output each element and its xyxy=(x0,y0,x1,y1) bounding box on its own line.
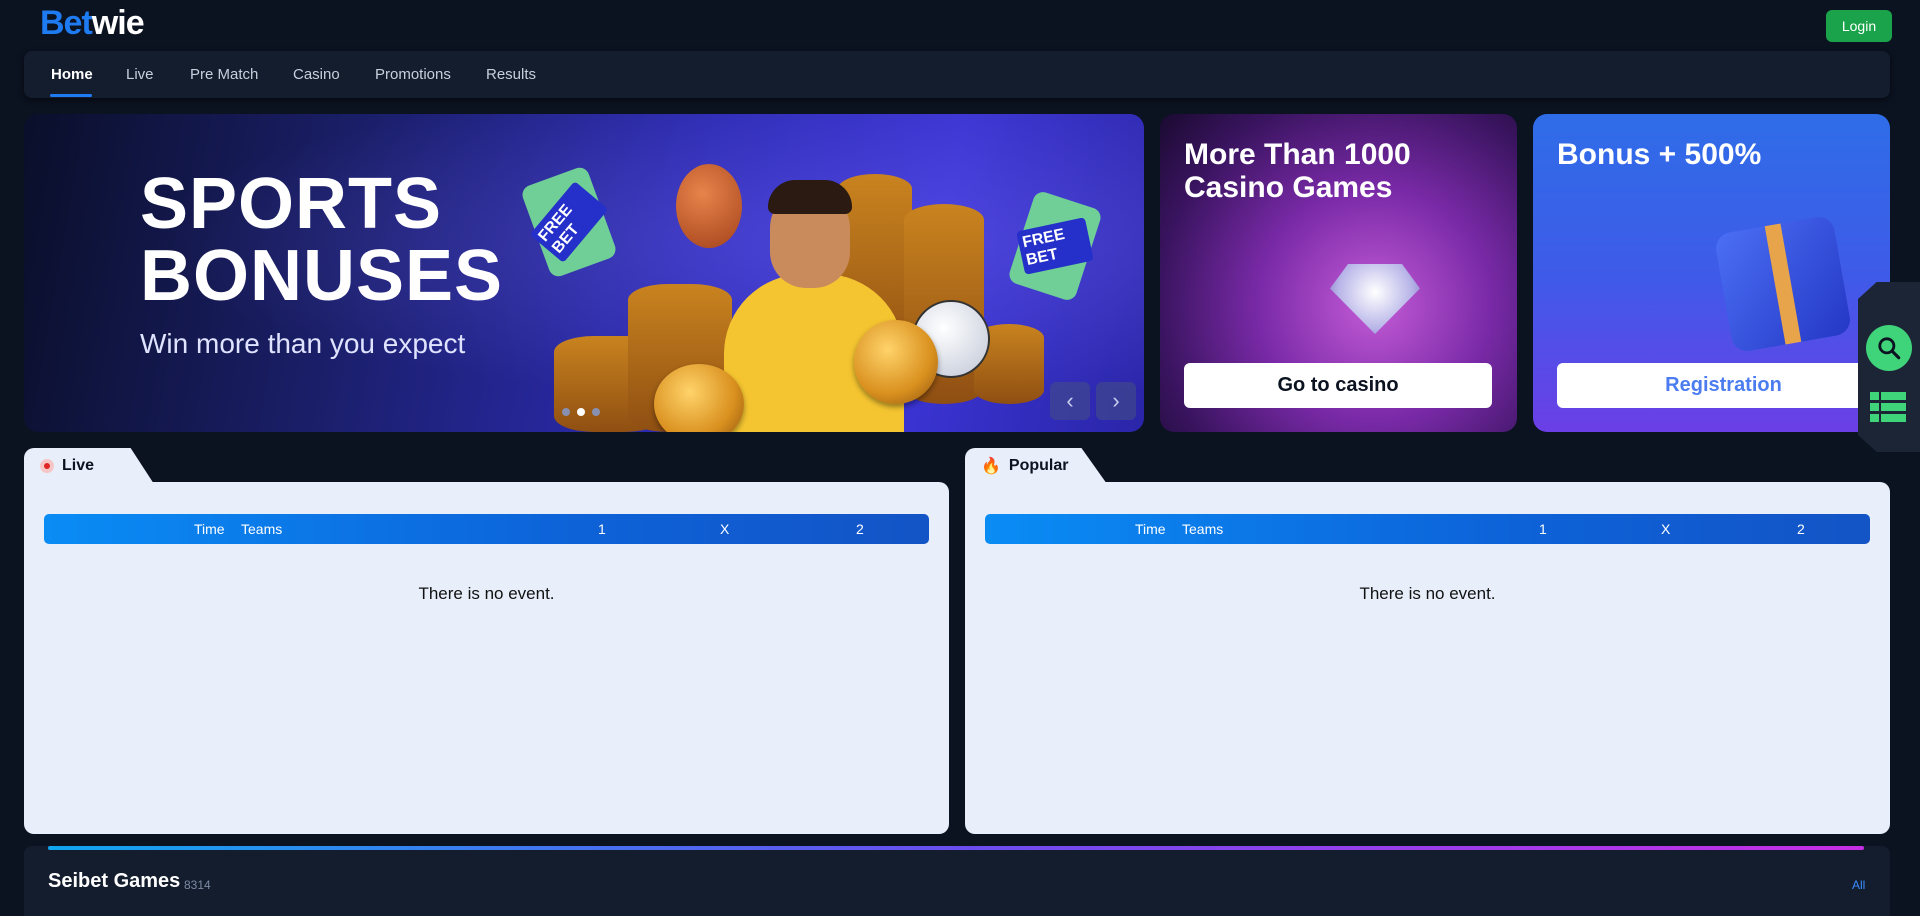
logo-part1: Bet xyxy=(40,4,93,42)
slide-dot[interactable] xyxy=(592,408,600,416)
live-empty-message: There is no event. xyxy=(418,584,555,603)
games-all-link[interactable]: All xyxy=(1852,878,1865,892)
popular-tab[interactable]: 🔥 Popular xyxy=(965,448,1107,484)
logo-part2: wie xyxy=(91,4,145,42)
live-tab[interactable]: Live xyxy=(24,448,154,484)
ticket-label: FREE BET xyxy=(1016,217,1094,275)
column-1: 1 xyxy=(1539,521,1547,537)
games-section-title: Seibet Games xyxy=(48,870,181,892)
column-1: 1 xyxy=(598,521,606,537)
coin-image xyxy=(854,320,938,404)
games-gradient-divider xyxy=(48,846,1864,850)
nav-item-promotions[interactable]: Promotions xyxy=(375,51,451,98)
hero-title-line1: SPORTS xyxy=(140,164,443,244)
hero-banner[interactable]: SPORTS BONUSES Win more than you expect … xyxy=(24,114,1144,432)
nav-item-live[interactable]: Live xyxy=(126,51,154,98)
live-dot-icon xyxy=(40,459,54,473)
hero-title-line2: BONUSES xyxy=(140,236,504,316)
slide-dot[interactable] xyxy=(562,408,570,416)
nav-item-results[interactable]: Results xyxy=(486,51,536,98)
search-icon xyxy=(1878,337,1901,360)
casino-promo-title-line2: Casino Games xyxy=(1184,171,1393,204)
gift-box-image xyxy=(1713,214,1853,354)
hero-subtitle: Win more than you expect xyxy=(140,328,466,359)
popular-tab-label: Popular xyxy=(1008,457,1069,474)
nav-item-casino[interactable]: Casino xyxy=(293,51,340,98)
bonus-promo-title: Bonus + 500% xyxy=(1557,138,1762,171)
popular-empty-message: There is no event. xyxy=(1359,584,1496,603)
slide-dot-active[interactable] xyxy=(577,408,585,416)
person-hair-image xyxy=(768,180,852,214)
slide-indicators xyxy=(562,408,600,416)
list-grid-icon[interactable] xyxy=(1870,392,1906,422)
column-time: Time xyxy=(194,521,225,537)
bonus-promo-card[interactable]: Bonus + 500% Registration xyxy=(1533,114,1890,432)
column-x: X xyxy=(720,521,730,537)
nav-item-home[interactable]: Home xyxy=(51,51,93,98)
hero-title: SPORTS BONUSES xyxy=(140,168,503,312)
casino-promo-title: More Than 1000 Casino Games xyxy=(1184,138,1411,204)
fire-icon: 🔥 xyxy=(981,458,1001,475)
popular-panel-body: Time Teams 1 X 2 There is no event. xyxy=(965,482,1890,834)
next-slide-button[interactable]: › xyxy=(1096,382,1136,420)
prev-slide-button[interactable]: ‹ xyxy=(1050,382,1090,420)
casino-promo-title-line1: More Than 1000 xyxy=(1184,138,1411,171)
column-2: 2 xyxy=(1797,521,1805,537)
live-panel: Live Time Teams 1 X 2 There is no event. xyxy=(24,448,949,834)
live-tab-label: Live xyxy=(62,457,95,474)
column-teams: Teams xyxy=(241,521,283,537)
column-teams: Teams xyxy=(1182,521,1224,537)
go-to-casino-button[interactable]: Go to casino xyxy=(1184,363,1492,408)
popular-table-header: Time Teams 1 X 2 xyxy=(985,514,1870,544)
basketball-image xyxy=(676,164,742,248)
brand-logo[interactable]: Betwie xyxy=(40,4,145,43)
nav-item-pre-match[interactable]: Pre Match xyxy=(190,51,258,98)
nav-active-indicator xyxy=(50,94,92,97)
games-count: 8314 xyxy=(184,878,211,892)
search-button[interactable] xyxy=(1866,325,1912,371)
main-nav: Home Live Pre Match Casino Promotions Re… xyxy=(24,51,1890,98)
column-time: Time xyxy=(1135,521,1166,537)
chevron-left-icon: ‹ xyxy=(1066,388,1074,413)
diamond-image xyxy=(1330,264,1420,334)
column-2: 2 xyxy=(856,521,864,537)
live-table-header: Time Teams 1 X 2 xyxy=(44,514,929,544)
column-x: X xyxy=(1661,521,1671,537)
registration-button[interactable]: Registration xyxy=(1557,363,1890,408)
popular-panel: 🔥 Popular Time Teams 1 X 2 There is no e… xyxy=(965,448,1890,834)
casino-promo-card[interactable]: More Than 1000 Casino Games Go to casino xyxy=(1160,114,1517,432)
chevron-right-icon: › xyxy=(1112,388,1120,413)
games-section xyxy=(24,846,1890,916)
login-button[interactable]: Login xyxy=(1826,10,1892,42)
live-panel-body: Time Teams 1 X 2 There is no event. xyxy=(24,482,949,834)
top-bar: Betwie Login xyxy=(0,0,1920,50)
